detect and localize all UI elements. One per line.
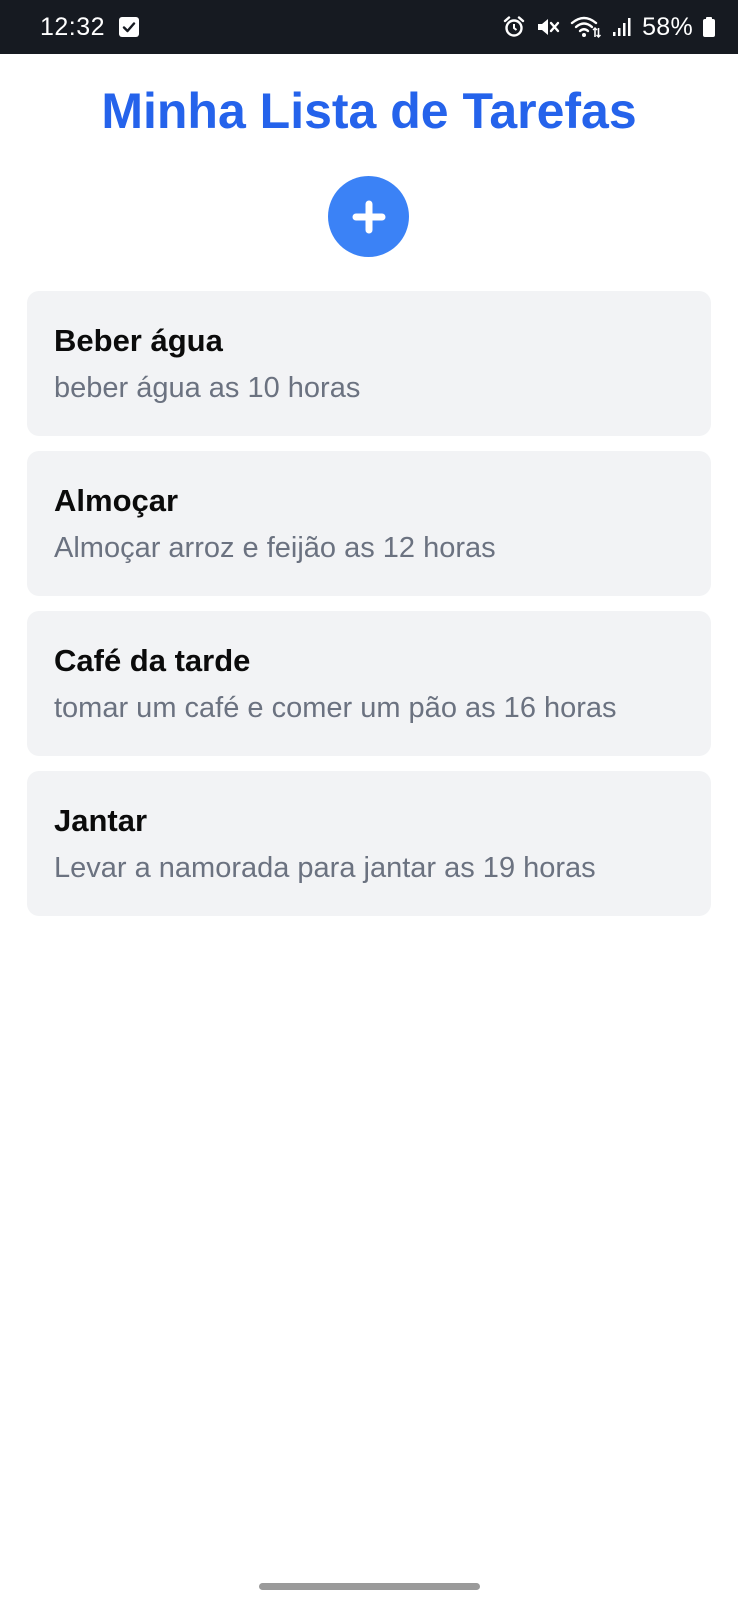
checkbox-notification-icon [119, 17, 140, 37]
status-right: 58% [502, 13, 716, 42]
task-description: Levar a namorada para jantar as 19 horas [54, 852, 596, 884]
task-card[interactable]: Café da tarde tomar um café e comer um p… [27, 611, 711, 756]
task-list: Beber água beber água as 10 horas Almoça… [27, 291, 711, 931]
battery-percent: 58% [642, 12, 693, 41]
page-title: Minha Lista de Tarefas [101, 83, 637, 139]
signal-icon [611, 15, 633, 39]
home-indicator[interactable] [259, 1583, 480, 1590]
task-card[interactable]: Jantar Levar a namorada para jantar as 1… [27, 771, 711, 916]
plus-icon [352, 200, 386, 234]
task-description: Almoçar arroz e feijão as 12 horas [54, 532, 496, 564]
task-description: beber água as 10 horas [54, 372, 361, 404]
wifi-icon [570, 15, 602, 39]
status-left: 12:32 [40, 12, 140, 42]
task-card[interactable]: Beber água beber água as 10 horas [27, 291, 711, 436]
battery-icon [702, 15, 716, 39]
task-description: tomar um café e comer um pão as 16 horas [54, 692, 617, 724]
task-title: Beber água [54, 323, 223, 358]
task-title: Jantar [54, 803, 148, 838]
mute-icon [535, 15, 561, 39]
task-title: Almoçar [54, 483, 179, 518]
task-title: Café da tarde [54, 643, 251, 678]
add-task-button[interactable] [328, 176, 409, 257]
status-bar: 12:32 58% [0, 0, 738, 54]
status-time: 12:32 [40, 12, 106, 41]
task-card[interactable]: Almoçar Almoçar arroz e feijão as 12 hor… [27, 451, 711, 596]
alarm-icon [502, 15, 526, 39]
